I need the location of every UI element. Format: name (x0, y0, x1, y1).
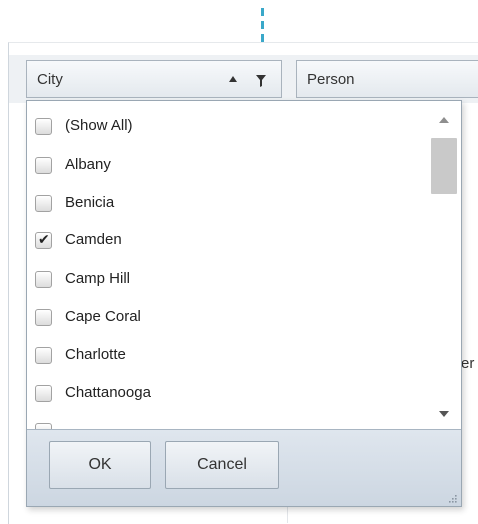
option-label: Camden (65, 231, 122, 248)
checkbox-checked[interactable]: ✔ (35, 231, 52, 249)
cancel-button[interactable]: Cancel (165, 441, 279, 489)
column-header-city[interactable]: City (26, 60, 282, 98)
filter-option[interactable]: Cape Coral (27, 303, 425, 339)
checkbox[interactable] (35, 157, 52, 174)
check-mark-icon: ✔ (38, 231, 50, 247)
checkbox[interactable] (35, 309, 52, 326)
filter-option[interactable]: Charlotte (27, 341, 425, 377)
filter-option[interactable]: ✔ Camden (27, 226, 425, 262)
clipped-cell-text: er (461, 355, 475, 372)
checkbox[interactable] (35, 195, 52, 212)
column-header-label: Person (307, 71, 355, 88)
option-label: Albany (65, 156, 111, 173)
checkbox[interactable] (35, 385, 52, 402)
ok-button[interactable]: OK (49, 441, 151, 489)
option-label: Cape Coral (65, 308, 141, 325)
option-label: Benicia (65, 194, 115, 211)
filter-option[interactable]: Chattanooga (27, 379, 425, 415)
column-header-label: City (37, 71, 63, 88)
scroll-up-icon[interactable] (439, 117, 449, 123)
scroll-down-icon[interactable] (439, 411, 449, 417)
sort-ascending-icon[interactable] (229, 76, 237, 82)
filter-option[interactable]: Camp Hill (27, 265, 425, 301)
checkbox[interactable] (35, 347, 52, 364)
column-header-person[interactable]: Person (296, 60, 478, 98)
option-label: Camp Hill (65, 270, 131, 287)
filter-value-list: (Show All) Albany Benicia ✔ Camden Camp … (27, 101, 427, 429)
filter-option[interactable]: Benicia (27, 189, 425, 225)
vertical-scrollbar[interactable] (428, 101, 460, 429)
checkbox[interactable] (35, 118, 52, 135)
filter-option-partial[interactable] (27, 417, 425, 429)
filter-icon[interactable] (255, 73, 267, 89)
option-label: Chattanooga (65, 384, 151, 401)
checkbox[interactable] (35, 271, 52, 288)
option-label: Charlotte (65, 346, 126, 363)
resize-grip-icon[interactable] (447, 493, 457, 503)
option-label: (Show All) (65, 117, 133, 134)
filter-option[interactable]: (Show All) (27, 112, 425, 148)
filter-option[interactable]: Albany (27, 151, 425, 187)
scrollbar-thumb[interactable] (431, 138, 457, 194)
dropdown-footer: OK Cancel (27, 429, 461, 506)
filter-dropdown: (Show All) Albany Benicia ✔ Camden Camp … (26, 100, 462, 507)
